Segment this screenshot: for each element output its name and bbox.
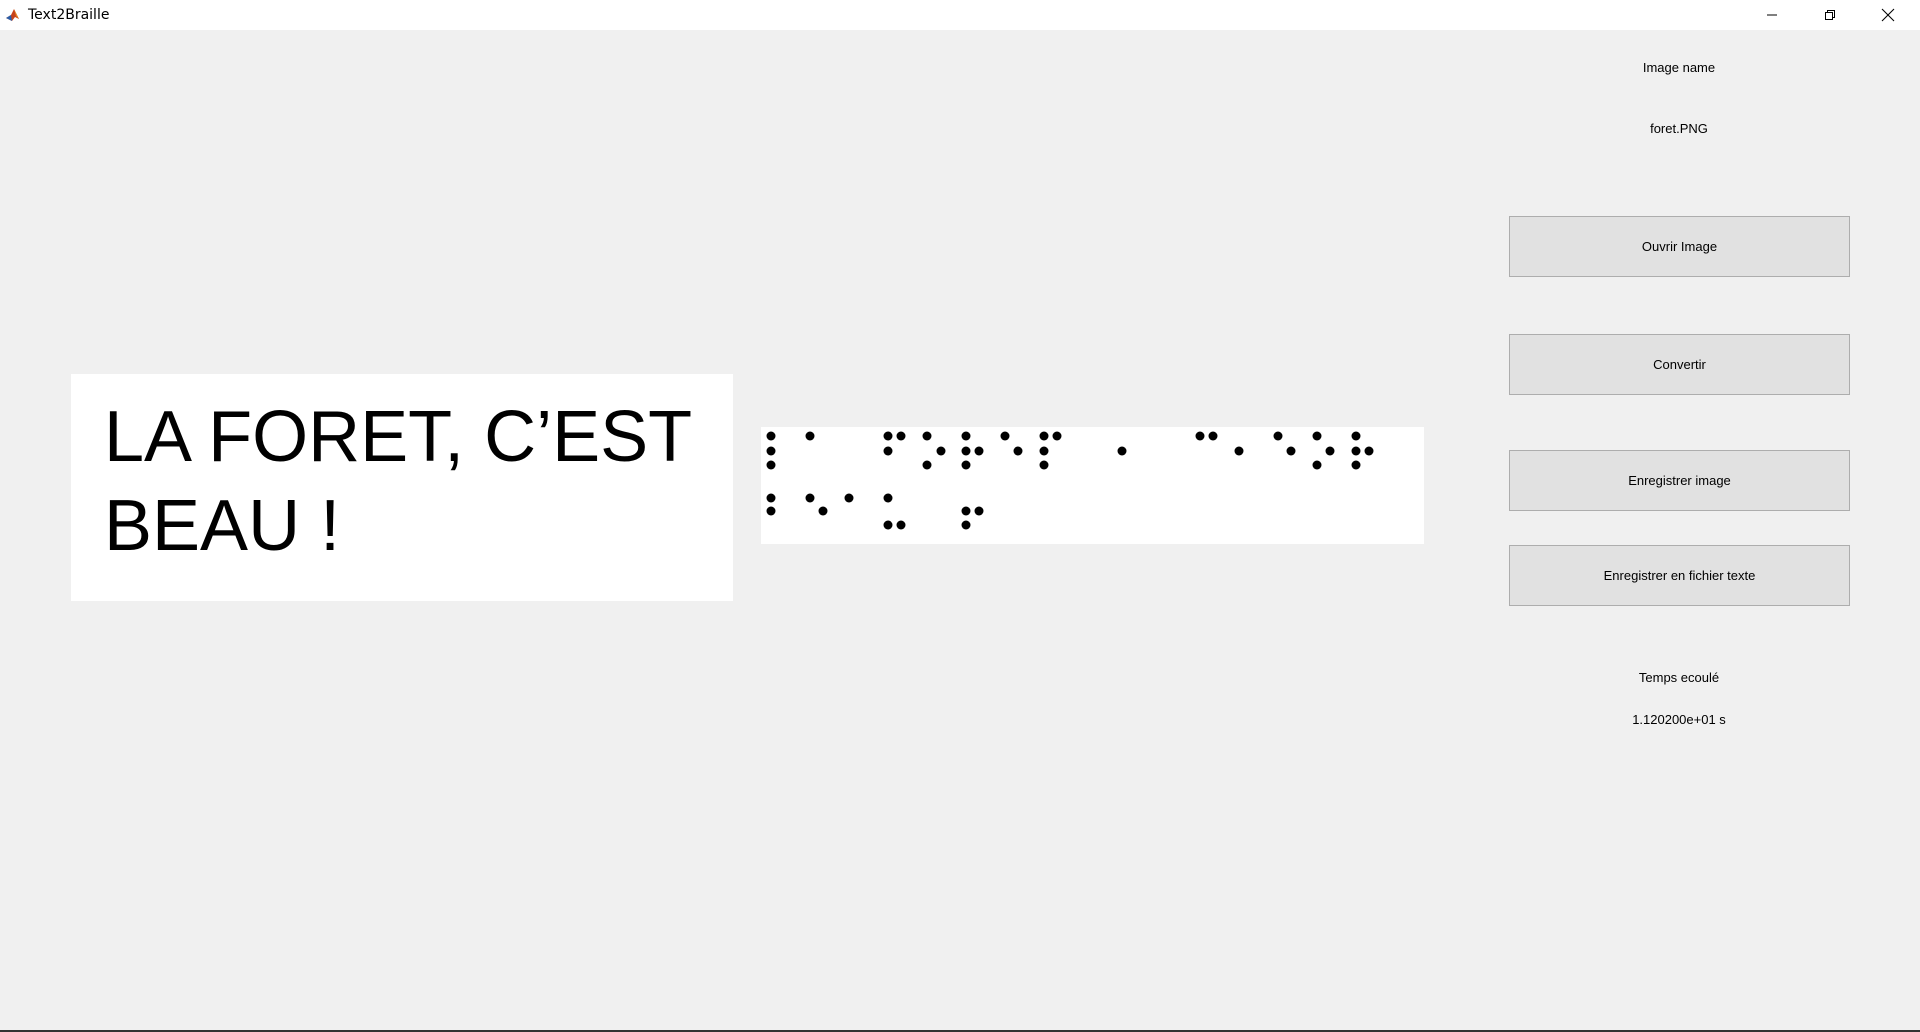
braille-dot xyxy=(1039,446,1049,456)
save-text-file-button[interactable]: Enregistrer en fichier texte xyxy=(1509,545,1850,606)
braille-dot xyxy=(1325,446,1335,456)
braille-dot xyxy=(1195,431,1205,441)
braille-dot xyxy=(1364,446,1374,456)
braille-dot xyxy=(766,446,776,456)
window-title: Text2Braille xyxy=(28,7,110,23)
braille-dot xyxy=(1039,460,1049,470)
braille-dot xyxy=(844,493,854,503)
braille-dot xyxy=(922,431,932,441)
braille-dot xyxy=(961,431,971,441)
minimize-icon xyxy=(1766,9,1778,21)
braille-dot xyxy=(766,493,776,503)
braille-dot xyxy=(961,446,971,456)
braille-dot xyxy=(936,446,946,456)
restore-button[interactable] xyxy=(1801,0,1859,30)
braille-dot xyxy=(974,506,984,516)
braille-dot xyxy=(1273,431,1283,441)
braille-dot xyxy=(1000,431,1010,441)
braille-dot xyxy=(766,460,776,470)
image-name-label: Image name xyxy=(1642,60,1716,75)
image-name-value: foret.PNG xyxy=(1650,121,1708,136)
braille-dot xyxy=(1117,446,1127,456)
braille-dot xyxy=(1039,431,1049,441)
braille-dot xyxy=(1208,431,1218,441)
braille-dot xyxy=(922,460,932,470)
braille-dot xyxy=(974,446,984,456)
source-text-line-2: BEAU ! xyxy=(104,486,341,566)
braille-dot xyxy=(1351,431,1361,441)
save-image-button[interactable]: Enregistrer image xyxy=(1509,450,1850,511)
elapsed-time-label: Temps ecoulé xyxy=(1638,670,1720,685)
close-button[interactable] xyxy=(1859,0,1917,30)
braille-dot xyxy=(896,431,906,441)
braille-dot xyxy=(1312,431,1322,441)
braille-dot xyxy=(896,520,906,530)
braille-dot xyxy=(805,493,815,503)
braille-dot xyxy=(883,520,893,530)
braille-dot xyxy=(1052,431,1062,441)
braille-output-image xyxy=(761,427,1424,544)
braille-dot xyxy=(883,493,893,503)
open-image-button[interactable]: Ouvrir Image xyxy=(1509,216,1850,277)
braille-dot xyxy=(818,506,828,516)
braille-dots xyxy=(766,431,1374,530)
braille-dot xyxy=(1312,460,1322,470)
convert-button[interactable]: Convertir xyxy=(1509,334,1850,395)
braille-dot xyxy=(766,431,776,441)
braille-dot xyxy=(1013,446,1023,456)
source-text-image: LA FORET, C’EST BEAU ! xyxy=(71,374,733,601)
braille-dot xyxy=(1286,446,1296,456)
source-text-line-1: LA FORET, C’EST xyxy=(104,397,693,477)
braille-dot xyxy=(1351,446,1361,456)
braille-dot xyxy=(883,431,893,441)
braille-dot xyxy=(961,520,971,530)
close-icon xyxy=(1881,8,1895,22)
matlab-icon xyxy=(5,7,21,23)
title-bar: Text2Braille xyxy=(0,0,1920,30)
braille-dot xyxy=(883,446,893,456)
app-window: Text2Braille LA FORET, C’EST BEAU ! Imag… xyxy=(0,0,1920,1032)
braille-dot xyxy=(805,431,815,441)
braille-dot xyxy=(766,506,776,516)
braille-dot xyxy=(1234,446,1244,456)
braille-dot xyxy=(1351,460,1361,470)
elapsed-time-value: 1.120200e+01 s xyxy=(1632,712,1726,727)
restore-icon xyxy=(1824,9,1836,21)
minimize-button[interactable] xyxy=(1743,0,1801,30)
braille-dot xyxy=(961,506,971,516)
braille-dot xyxy=(961,460,971,470)
